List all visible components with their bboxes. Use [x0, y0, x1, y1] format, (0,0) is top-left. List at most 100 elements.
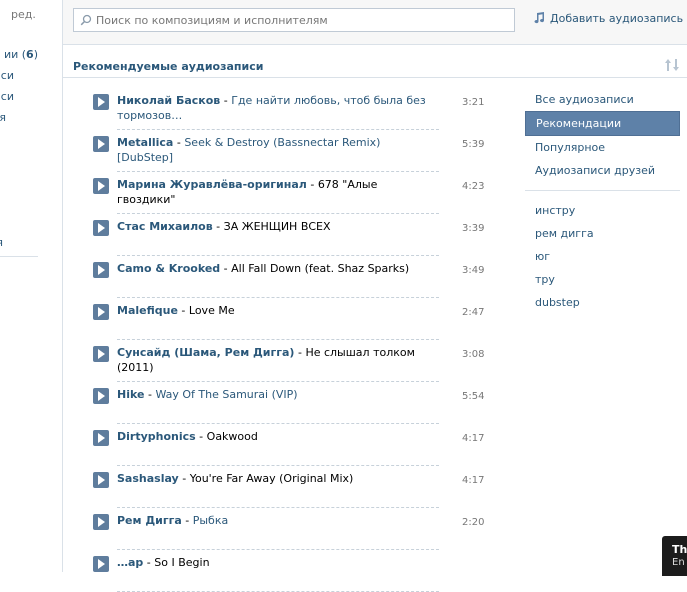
track-title[interactable]: Love Me: [189, 304, 235, 317]
tag-link[interactable]: тру: [525, 268, 680, 291]
tag-link[interactable]: юг: [525, 245, 680, 268]
track-row[interactable]: Сунсайд (Шама, Рем Дигга) - Не слышал то…: [93, 340, 513, 382]
audio-panel: Добавить аудиозапись Рекомендуемые аудио…: [62, 0, 687, 592]
track-artist[interactable]: Николай Басков: [117, 94, 220, 107]
corner-notification[interactable]: Th En: [662, 536, 687, 576]
track-duration: 2:20: [462, 517, 485, 528]
track-row[interactable]: Dirtyphonics - Oakwood 4:17: [93, 424, 513, 466]
menu-friends-audio[interactable]: Аудиозаписи друзей: [525, 159, 680, 182]
track-title[interactable]: ЗА ЖЕНЩИН ВСЕХ: [224, 220, 331, 233]
play-button[interactable]: [93, 136, 109, 152]
search-area: Добавить аудиозапись: [63, 0, 687, 45]
track-artist[interactable]: Сунсайд (Шама, Рем Дигга): [117, 346, 294, 359]
track-duration: 4:17: [462, 475, 485, 486]
track-row[interactable]: Рем Дигга - Рыбка 2:20: [93, 508, 513, 550]
section-title: Рекомендуемые аудиозаписи: [73, 60, 264, 73]
track-row[interactable]: Hike - Way Of The Samurai (VIP) 5:54: [93, 382, 513, 424]
play-button[interactable]: [93, 430, 109, 446]
menu-all-audio[interactable]: Все аудиозаписи: [525, 88, 680, 111]
track-artist[interactable]: …ap: [117, 556, 143, 569]
track-separator: -: [173, 136, 185, 149]
track-artist[interactable]: Hike: [117, 388, 144, 401]
track-separator: -: [181, 514, 193, 527]
play-button[interactable]: [93, 262, 109, 278]
track-info: Стас Михаилов - ЗА ЖЕНЩИН ВСЕХ: [117, 219, 427, 234]
search-input[interactable]: [96, 9, 506, 31]
play-button[interactable]: [93, 178, 109, 194]
track-artist[interactable]: Dirtyphonics: [117, 430, 196, 443]
play-button[interactable]: [93, 94, 109, 110]
track-duration: 3:49: [462, 265, 485, 276]
track-title[interactable]: All Fall Down (feat. Shaz Sparks): [231, 262, 409, 275]
track-row[interactable]: Марина Журавлёва-оригинал - 678 "Алые гв…: [93, 172, 513, 214]
track-info: Metallica - Seek & Destroy (Bassnectar R…: [117, 135, 427, 165]
track-duration: 5:54: [462, 391, 485, 402]
left-nav-item-4[interactable]: я: [0, 111, 6, 124]
track-duration: 3:21: [462, 97, 485, 108]
track-duration: 5:39: [462, 139, 485, 150]
play-button[interactable]: [93, 220, 109, 236]
music-note-icon: [534, 12, 545, 24]
search-icon: [80, 14, 92, 26]
track-list: Николай Басков - Где найти любовь, чтоб …: [93, 88, 513, 592]
track-row[interactable]: Стас Михаилов - ЗА ЖЕНЩИН ВСЕХ 3:39: [93, 214, 513, 256]
track-artist[interactable]: Рем Дигга: [117, 514, 182, 527]
track-row[interactable]: Metallica - Seek & Destroy (Bassnectar R…: [93, 130, 513, 172]
track-row[interactable]: Malefique - Love Me 2:47: [93, 298, 513, 340]
track-artist[interactable]: Sashaslay: [117, 472, 179, 485]
tag-link[interactable]: dubstep: [525, 291, 680, 314]
add-audio-label[interactable]: Добавить аудиозапись: [550, 12, 683, 25]
track-artist[interactable]: Стас Михаилов: [117, 220, 213, 233]
play-button[interactable]: [93, 556, 109, 572]
track-title[interactable]: So I Begin: [154, 556, 209, 569]
left-nav-item-2[interactable]: иси: [0, 69, 14, 82]
track-separator: -: [220, 94, 232, 107]
track-separator: -: [212, 220, 224, 233]
track-row[interactable]: Sashaslay - You're Far Away (Original Mi…: [93, 466, 513, 508]
track-separator: -: [178, 472, 190, 485]
search-box[interactable]: [73, 8, 515, 32]
track-title[interactable]: Oakwood: [207, 430, 258, 443]
menu-recommendations[interactable]: Рекомендации: [525, 111, 680, 136]
tag-link[interactable]: инстру: [525, 199, 680, 222]
play-button[interactable]: [93, 514, 109, 530]
track-row[interactable]: Camo & Krooked - All Fall Down (feat. Sh…: [93, 256, 513, 298]
sort-arrows-icon[interactable]: [664, 58, 680, 72]
track-artist[interactable]: Metallica: [117, 136, 173, 149]
track-artist[interactable]: Марина Журавлёва-оригинал: [117, 178, 307, 191]
track-title[interactable]: Рыбка: [193, 514, 229, 527]
audio-menu: Все аудиозаписи Рекомендации Популярное …: [525, 88, 680, 314]
track-artist[interactable]: Camo & Krooked: [117, 262, 220, 275]
play-button[interactable]: [93, 346, 109, 362]
add-audio-link[interactable]: Добавить аудиозапись: [533, 12, 683, 25]
track-duration: 4:23: [462, 181, 485, 192]
track-info: Николай Басков - Где найти любовь, чтоб …: [117, 93, 427, 123]
tag-link[interactable]: рем дигга: [525, 222, 680, 245]
track-info: Hike - Way Of The Samurai (VIP): [117, 387, 427, 402]
edit-link[interactable]: ред.: [11, 8, 36, 21]
track-row[interactable]: …ap - So I Begin: [93, 550, 513, 592]
track-duration: 3:08: [462, 349, 485, 360]
track-info: Malefique - Love Me: [117, 303, 427, 318]
left-nav-item-5[interactable]: я: [0, 236, 3, 249]
menu-divider: [525, 190, 680, 191]
play-button[interactable]: [93, 472, 109, 488]
track-separator: -: [177, 304, 189, 317]
left-nav-item-3[interactable]: иси: [0, 90, 14, 103]
track-duration: 4:17: [462, 433, 485, 444]
play-button[interactable]: [93, 388, 109, 404]
track-info: Dirtyphonics - Oakwood: [117, 429, 427, 444]
menu-popular[interactable]: Популярное: [525, 136, 680, 159]
track-title[interactable]: Way Of The Samurai (VIP): [155, 388, 297, 401]
track-separator: -: [195, 430, 207, 443]
play-button[interactable]: [93, 304, 109, 320]
notification-line-1: Th: [672, 543, 687, 556]
notification-line-2: En: [672, 557, 685, 568]
track-duration: 3:39: [462, 223, 485, 234]
left-navigation: ред. ии (6) иси иси я я: [0, 0, 62, 572]
track-info: Марина Журавлёва-оригинал - 678 "Алые гв…: [117, 177, 427, 207]
track-row[interactable]: Николай Басков - Где найти любовь, чтоб …: [93, 88, 513, 130]
left-nav-item-1[interactable]: ии (6): [4, 48, 38, 61]
track-artist[interactable]: Malefique: [117, 304, 178, 317]
track-title[interactable]: You're Far Away (Original Mix): [190, 472, 354, 485]
